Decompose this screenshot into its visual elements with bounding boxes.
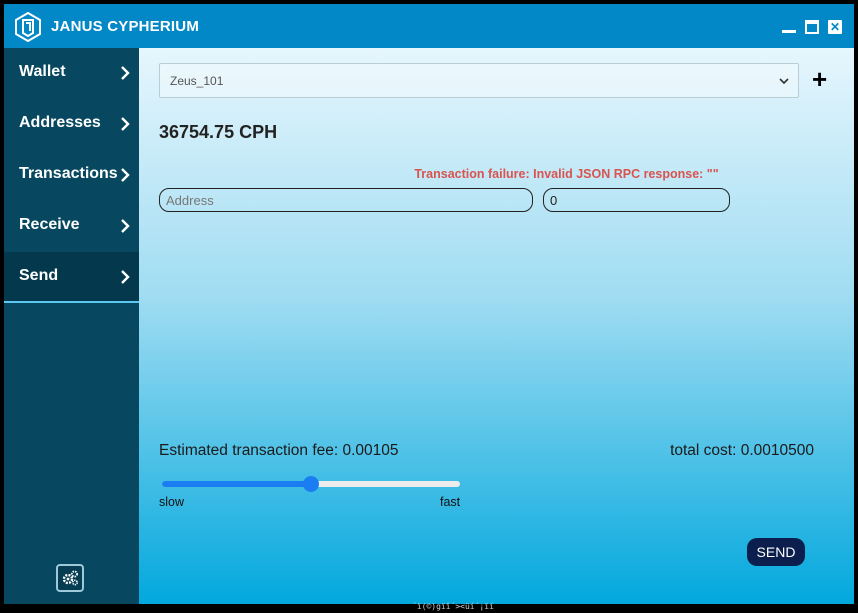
sidebar-item-label: Receive xyxy=(19,216,80,233)
sidebar: Wallet Addresses Transactions Receive Se… xyxy=(4,48,139,604)
fee-slider[interactable] xyxy=(162,476,460,492)
app-window: JANUS CYPHERIUM ✕ Wallet Addresses Trans… xyxy=(4,4,854,604)
sidebar-item-addresses[interactable]: Addresses xyxy=(4,99,139,150)
chevron-right-icon xyxy=(121,117,130,131)
gears-icon xyxy=(62,570,79,586)
chevron-right-icon xyxy=(121,66,130,80)
total-cost-text: total cost: 0.0010500 xyxy=(670,442,814,459)
amount-input[interactable] xyxy=(543,188,730,212)
sidebar-item-transactions[interactable]: Transactions xyxy=(4,150,139,201)
close-button[interactable]: ✕ xyxy=(828,20,842,34)
fee-slider-thumb[interactable] xyxy=(303,476,319,492)
chevron-right-icon xyxy=(121,219,130,233)
sidebar-item-send[interactable]: Send xyxy=(4,252,139,303)
send-button[interactable]: SEND xyxy=(747,538,805,566)
app-title: JANUS CYPHERIUM xyxy=(51,18,200,35)
chevron-down-icon xyxy=(779,78,789,85)
title-bar[interactable]: JANUS CYPHERIUM ✕ xyxy=(4,4,854,48)
sidebar-item-label: Addresses xyxy=(19,114,101,131)
estimated-fee-text: Estimated transaction fee: 0.00105 xyxy=(159,442,399,459)
sidebar-item-receive[interactable]: Receive xyxy=(4,201,139,252)
send-panel: Zeus_101 + 36754.75 CPH Transaction fail… xyxy=(139,48,854,604)
sidebar-item-label: Wallet xyxy=(19,63,66,80)
maximize-button[interactable] xyxy=(805,20,819,34)
add-wallet-button[interactable]: + xyxy=(812,66,827,92)
janus-logo-icon xyxy=(15,12,41,42)
fast-label: fast xyxy=(440,495,461,509)
sidebar-item-label: Transactions xyxy=(19,165,118,182)
wallet-select-value: Zeus_101 xyxy=(170,74,224,88)
wallet-balance: 36754.75 CPH xyxy=(159,122,278,142)
address-input[interactable] xyxy=(159,188,533,212)
footer-text: ´ï(©)gïî´><üí´¡ïí xyxy=(412,602,494,611)
chevron-right-icon xyxy=(121,270,130,284)
minimize-button[interactable] xyxy=(782,20,796,34)
chevron-right-icon xyxy=(121,168,130,182)
slow-label: slow xyxy=(159,495,185,509)
sidebar-item-label: Send xyxy=(19,267,59,284)
sidebar-item-wallet[interactable]: Wallet xyxy=(4,48,139,99)
settings-button[interactable] xyxy=(56,564,84,592)
fee-slider-fill xyxy=(162,481,311,487)
error-message: Transaction failure: Invalid JSON RPC re… xyxy=(414,167,719,181)
wallet-select[interactable]: Zeus_101 xyxy=(159,63,799,98)
